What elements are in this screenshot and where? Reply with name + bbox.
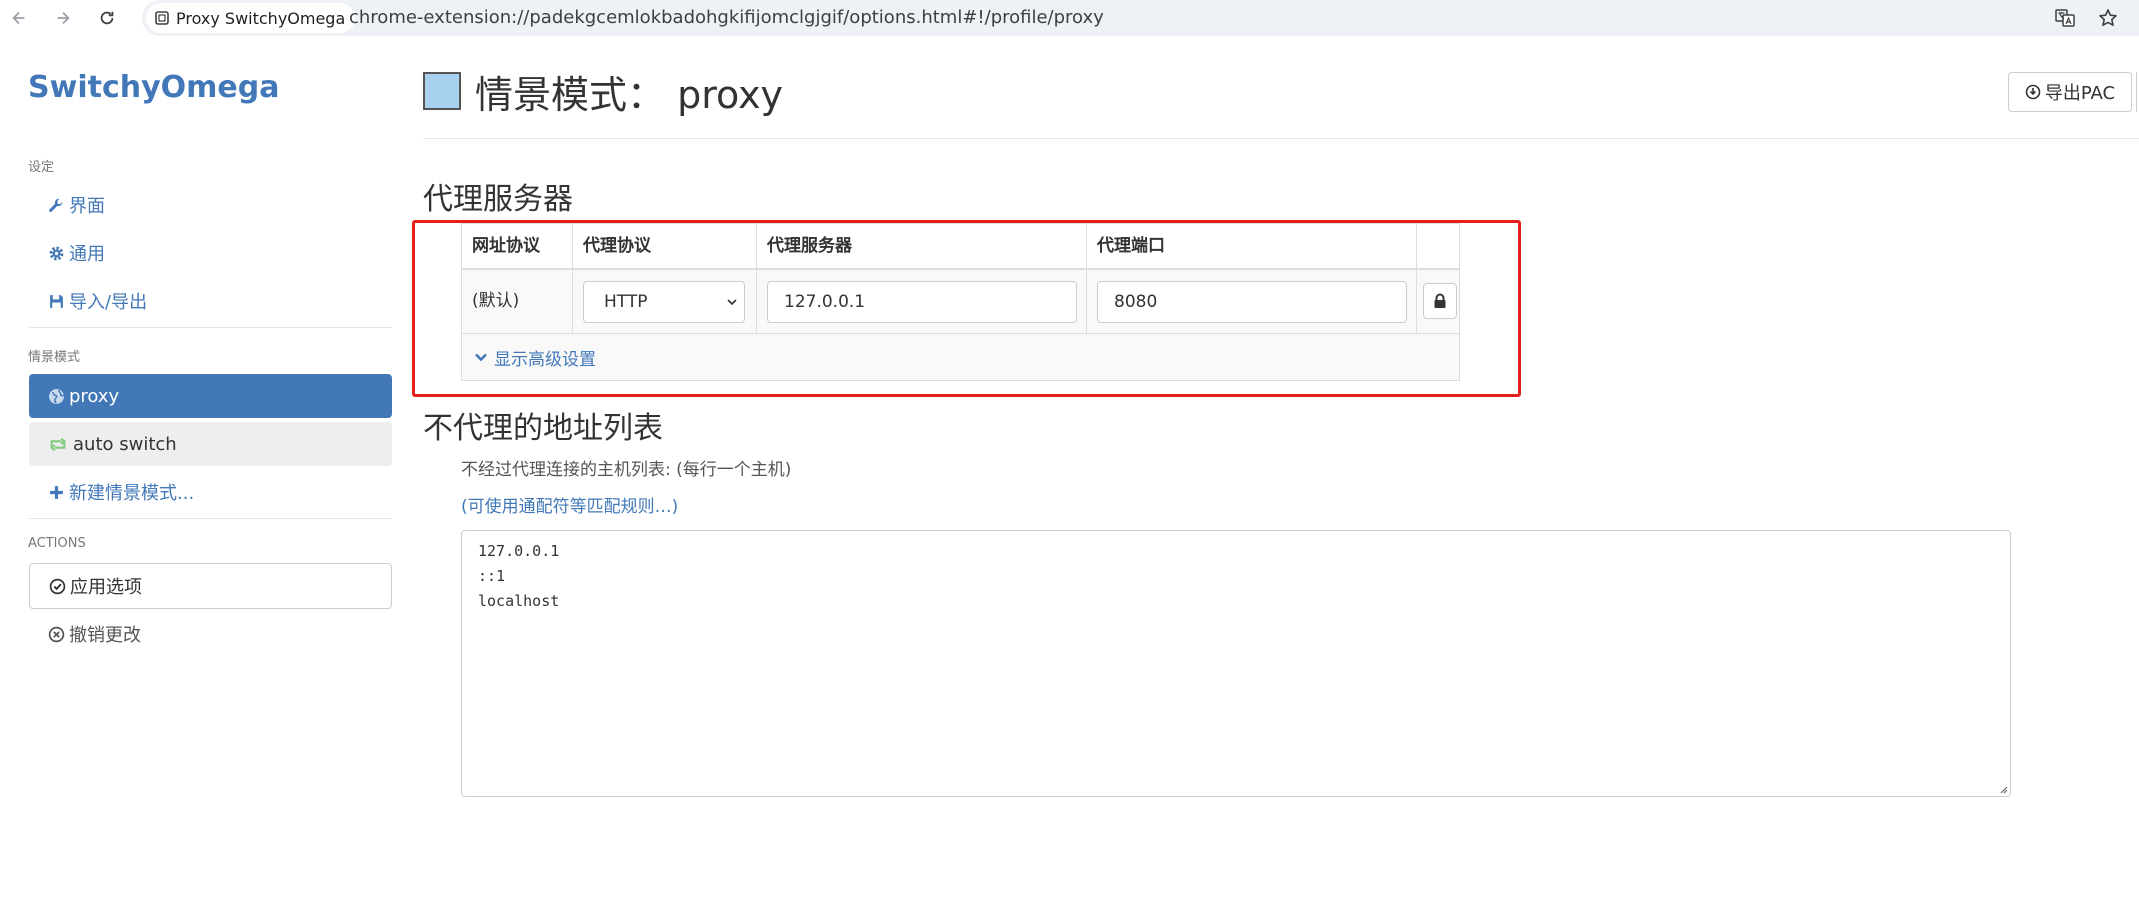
apply-options-button[interactable]: 应用选项 (29, 563, 392, 609)
sidebar-divider (29, 518, 392, 519)
proxy-server-input[interactable]: 127.0.0.1 (767, 281, 1077, 323)
page-title: 情景模式： proxy (475, 73, 784, 117)
server-cell: 127.0.0.1 (757, 270, 1087, 333)
profiles-header: 情景模式 (28, 350, 81, 365)
proxy-table-footer: 显示高级设置 (461, 334, 1460, 381)
save-icon (47, 292, 65, 310)
bypass-section-title: 不代理的地址列表 (423, 411, 663, 446)
bypass-list-textarea[interactable]: 127.0.0.1 ::1 localhost (461, 530, 2011, 797)
extension-page-icon (155, 11, 169, 25)
reload-button[interactable] (92, 4, 122, 32)
sidebar-item-label: 导入/导出 (69, 292, 148, 313)
discard-changes-button[interactable]: 撤销更改 (29, 612, 392, 656)
column-header-port: 代理端口 (1087, 224, 1417, 269)
scheme-cell: (默认) (462, 270, 573, 333)
proxy-port-input[interactable]: 8080 (1097, 281, 1407, 323)
site-chip-label: Proxy SwitchyOmega (176, 8, 346, 28)
header-divider (423, 138, 2139, 139)
plus-icon (47, 483, 65, 501)
actions-header: ACTIONS (28, 536, 86, 551)
proxy-protocol-value: HTTP (604, 292, 648, 312)
chevron-down-icon (727, 299, 737, 306)
protocol-cell: HTTP (573, 270, 757, 333)
new-profile-button[interactable]: 新建情景模式... (29, 470, 392, 514)
proxy-auth-button[interactable] (1423, 283, 1457, 319)
settings-header: 设定 (28, 160, 55, 175)
star-icon (2099, 9, 2117, 26)
sidebar-item-import-export[interactable]: 导入/导出 (29, 279, 392, 323)
bypass-entry: ::1 (478, 567, 506, 585)
column-header-scheme: 网址协议 (462, 224, 573, 269)
sidebar-item-label: 界面 (69, 196, 105, 217)
globe-icon (47, 387, 65, 405)
address-bar[interactable]: Proxy SwitchyOmega chrome-extension://pa… (142, 0, 2139, 36)
column-header-server: 代理服务器 (757, 224, 1087, 269)
scheme-value: (默认) (472, 291, 520, 311)
lock-icon (1434, 293, 1446, 308)
port-cell: 8080 (1087, 270, 1417, 333)
wrench-icon (47, 196, 65, 214)
sidebar-item-auto-switch[interactable]: auto switch (29, 422, 392, 466)
arrow-left-icon (12, 11, 25, 25)
auth-cell (1417, 270, 1459, 333)
apply-options-label: 应用选项 (70, 577, 142, 598)
bypass-entry: localhost (478, 592, 560, 610)
check-circle-icon (48, 577, 66, 595)
reload-icon (100, 11, 114, 25)
bypass-entry: 127.0.0.1 (478, 542, 560, 560)
bookmark-button[interactable] (2093, 4, 2123, 32)
url-text[interactable]: chrome-extension://padekgcemlokbadohgkif… (349, 0, 1104, 36)
browser-toolbar: Proxy SwitchyOmega chrome-extension://pa… (0, 0, 2139, 36)
discard-changes-label: 撤销更改 (69, 625, 141, 646)
export-pac-label: 导出PAC (2044, 83, 2116, 104)
site-info-chip[interactable]: Proxy SwitchyOmega (146, 3, 356, 33)
chevron-down-icon (475, 353, 487, 362)
sidebar-item-proxy[interactable]: proxy (29, 374, 392, 418)
resize-grip-icon[interactable] (1998, 784, 2008, 794)
profile-color-swatch[interactable] (423, 72, 461, 110)
table-row: (默认) HTTP 127.0.0.1 8080 (461, 270, 1460, 334)
column-header-protocol: 代理协议 (573, 224, 757, 269)
proxy-section-title: 代理服务器 (423, 182, 573, 217)
forward-button[interactable] (48, 4, 78, 32)
arrow-right-icon (57, 11, 70, 25)
translate-icon (2055, 9, 2075, 27)
sidebar-item-label: 通用 (69, 244, 105, 265)
proxy-table-header: 网址协议 代理协议 代理服务器 代理端口 (461, 223, 1460, 270)
retweet-icon (47, 435, 69, 453)
sidebar-item-label: auto switch (73, 433, 177, 455)
show-advanced-link[interactable]: 显示高级设置 (474, 334, 596, 380)
gear-icon (47, 244, 65, 262)
close-circle-icon (47, 625, 65, 643)
show-advanced-label: 显示高级设置 (494, 349, 596, 370)
proxy-protocol-select[interactable]: HTTP (583, 281, 745, 323)
sidebar-item-ui[interactable]: 界面 (29, 183, 392, 227)
brand-logo[interactable]: SwitchyOmega (28, 70, 279, 105)
sidebar-divider (29, 327, 392, 328)
bypass-hint: 不经过代理连接的主机列表: (每行一个主机) (461, 460, 792, 480)
back-button[interactable] (4, 4, 34, 32)
wildcard-rules-link[interactable]: (可使用通配符等匹配规则…) (461, 492, 678, 517)
translate-button[interactable] (2050, 4, 2080, 32)
sidebar-item-label: proxy (69, 385, 120, 407)
download-circle-icon (2025, 84, 2041, 100)
new-profile-label: 新建情景模式... (69, 483, 195, 504)
export-pac-button[interactable]: 导出PAC (2008, 72, 2132, 112)
sidebar-item-general[interactable]: 通用 (29, 231, 392, 275)
